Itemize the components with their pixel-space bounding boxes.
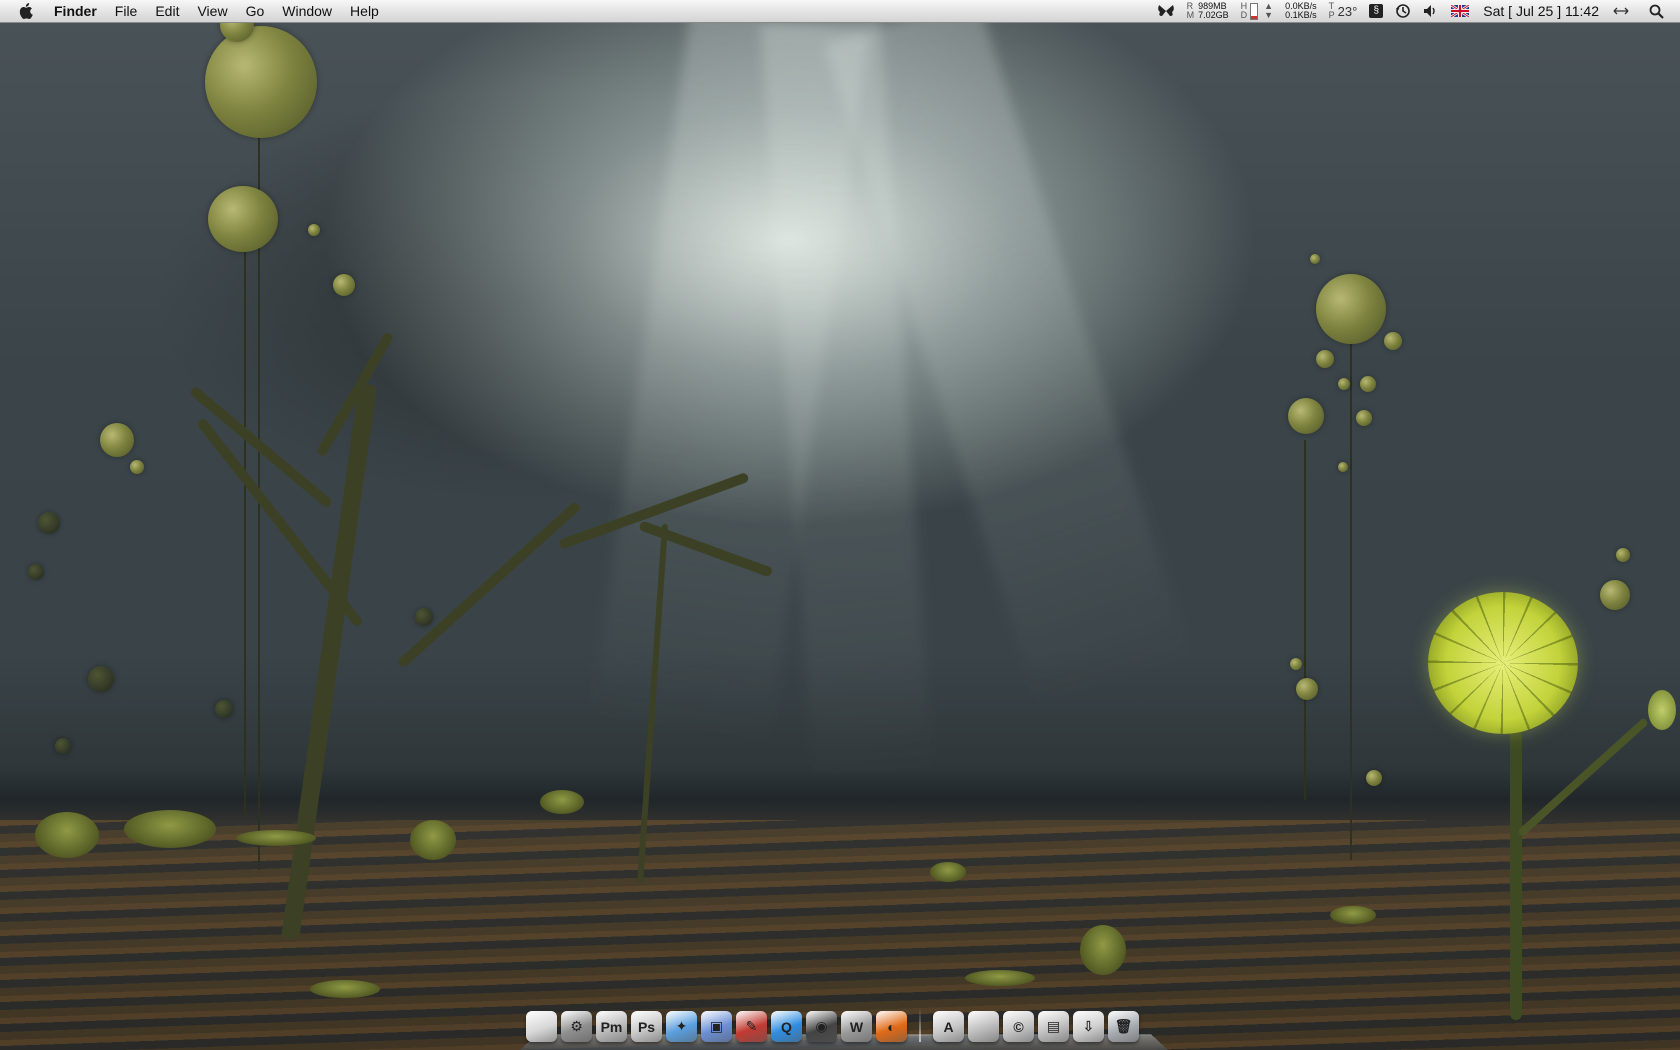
temperature-readout: 23°: [1337, 3, 1358, 19]
safari-glyph-icon: ✦: [675, 1018, 688, 1034]
menubar-clock[interactable]: Sat [ Jul 25 ] 11:42: [1483, 3, 1599, 19]
dvd-player-dock-icon[interactable]: ◉: [806, 1011, 837, 1042]
menu-help[interactable]: Help: [341, 0, 388, 22]
dvd-player-glyph-icon: ◉: [815, 1018, 828, 1034]
photoshop-glyph-icon: Ps: [637, 1018, 656, 1035]
menu-file[interactable]: File: [106, 0, 147, 22]
network-up: 0.1KB/s: [1285, 10, 1317, 20]
memory-label: RM: [1186, 1, 1195, 20]
system-preferences-dock-icon[interactable]: ⚙: [561, 1011, 592, 1042]
spaces-icon[interactable]: [1613, 0, 1629, 22]
disk-arrows-icon: ▲ ▼: [1264, 1, 1274, 20]
menu-bar: Finder File Edit View Go Window Help RM …: [0, 0, 1680, 23]
documents-folder-dock-icon[interactable]: ▤: [1038, 1011, 1069, 1042]
pixelmator-dock-icon[interactable]: Pm: [596, 1011, 627, 1042]
firefox-glyph-icon: ◐: [887, 1018, 896, 1035]
disk-bar-icon: [1250, 2, 1259, 20]
script-menu-icon[interactable]: §: [1369, 0, 1384, 22]
trash-dock-icon[interactable]: 🗑: [1108, 1011, 1139, 1042]
preview-dock-icon[interactable]: ▣: [701, 1011, 732, 1042]
dock: ⚙ Pm Ps ✦ ▣ ✎ Q ◉ W ◐ A © ▤ ⇩ 🗑: [520, 996, 1168, 1050]
applications-folder-dock-icon[interactable]: A: [933, 1011, 964, 1042]
menu-go[interactable]: Go: [237, 0, 274, 22]
network-monitor[interactable]: 0.0KB/s 0.1KB/s: [1285, 0, 1317, 22]
finder-dock-icon[interactable]: [526, 1011, 557, 1042]
uk-flag-input-icon[interactable]: [1451, 0, 1470, 22]
quicktime-glyph-icon: Q: [781, 1018, 792, 1035]
spotlight-search-icon[interactable]: [1649, 0, 1664, 22]
preview-glyph-icon: ▣: [709, 1018, 724, 1034]
dock-separator: [919, 1008, 921, 1042]
desktop-wallpaper: [0, 0, 1680, 1050]
apple-menu-icon[interactable]: [18, 3, 34, 19]
menu-view[interactable]: View: [188, 0, 236, 22]
menu-window[interactable]: Window: [273, 0, 341, 22]
time-machine-icon[interactable]: [1395, 0, 1411, 22]
memory-free: 7.02GB: [1198, 10, 1229, 20]
mac-folder-dock-icon[interactable]: [968, 1011, 999, 1042]
menu-edit[interactable]: Edit: [146, 0, 188, 22]
volume-icon[interactable]: [1423, 0, 1439, 22]
documents-folder-glyph-icon: ▤: [1046, 1018, 1061, 1034]
iwork-dock-icon[interactable]: W: [841, 1011, 872, 1042]
quicktime-dock-icon[interactable]: Q: [771, 1011, 802, 1042]
applications-folder-glyph-icon: A: [943, 1018, 954, 1035]
pixelmator-glyph-icon: Pm: [600, 1018, 623, 1035]
script-editor-glyph-icon: ✎: [745, 1018, 758, 1034]
network-readout: 0.0KB/s 0.1KB/s: [1285, 2, 1317, 20]
copyright-folder-glyph-icon: ©: [1013, 1018, 1024, 1035]
status-menus: RM 989MB 7.02GB HD ▲ ▼ 0.0KB/s 0.1KB/s TP…: [1151, 0, 1680, 22]
script-editor-dock-icon[interactable]: ✎: [736, 1011, 767, 1042]
trash-glyph-icon: 🗑: [1114, 1018, 1133, 1034]
system-preferences-glyph-icon: ⚙: [570, 1018, 583, 1034]
iwork-glyph-icon: W: [849, 1018, 864, 1035]
butterfly-status-icon[interactable]: [1157, 0, 1175, 22]
firefox-dock-icon[interactable]: ◐: [876, 1011, 907, 1042]
safari-dock-icon[interactable]: ✦: [666, 1011, 697, 1042]
photoshop-dock-icon[interactable]: Ps: [631, 1011, 662, 1042]
memory-readout: 989MB 7.02GB: [1198, 2, 1229, 20]
memory-monitor[interactable]: RM 989MB 7.02GB: [1187, 0, 1229, 22]
disk-activity-monitor[interactable]: HD ▲ ▼: [1241, 0, 1273, 22]
menu-finder[interactable]: Finder: [48, 0, 106, 22]
dock-items: ⚙ Pm Ps ✦ ▣ ✎ Q ◉ W ◐ A © ▤ ⇩ 🗑: [520, 1000, 1168, 1042]
downloads-folder-dock-icon[interactable]: ⇩: [1073, 1011, 1104, 1042]
copyright-folder-dock-icon[interactable]: ©: [1003, 1011, 1034, 1042]
temperature-monitor[interactable]: TP 23°: [1329, 0, 1358, 22]
downloads-folder-glyph-icon: ⇩: [1082, 1018, 1095, 1034]
